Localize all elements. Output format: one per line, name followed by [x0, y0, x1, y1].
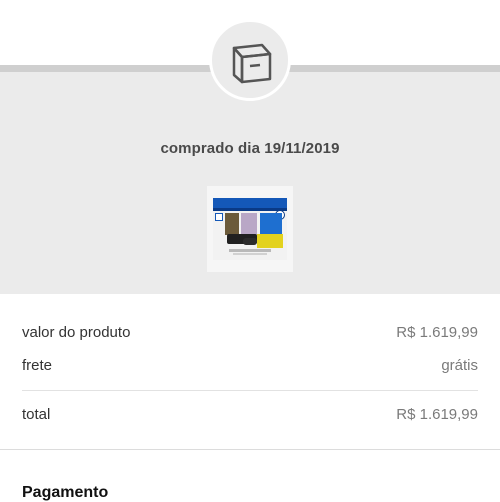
- shipping-row: frete grátis: [22, 357, 478, 381]
- box-art-badge-left: [215, 213, 223, 221]
- box-art-yellow-label: [257, 234, 283, 248]
- box-art-game-cover-3: [260, 213, 282, 235]
- box-art-footer-line: [233, 253, 267, 255]
- box-art-game-cover-1: [225, 213, 239, 235]
- total-amount: R$ 1.619,99: [396, 406, 478, 423]
- package-badge: [209, 19, 291, 101]
- product-value-amount: R$ 1.619,99: [396, 324, 478, 341]
- total-label: total: [22, 406, 51, 423]
- total-row: total R$ 1.619,99: [22, 406, 478, 430]
- box-art-header: [213, 198, 287, 208]
- section-separator: [0, 449, 500, 450]
- box-art-footer: [229, 249, 271, 252]
- payment-heading: Pagamento: [22, 484, 109, 501]
- package-box-icon: [232, 43, 272, 84]
- purchase-date-text: comprado dia 19/11/2019: [160, 140, 340, 157]
- ps4-bundle-box-art: [213, 198, 287, 260]
- box-art-game-cover-2: [241, 213, 257, 235]
- shipping-value: grátis: [441, 357, 478, 374]
- shipping-label: frete: [22, 357, 53, 374]
- product-value-row: valor do produto R$ 1.619,99: [22, 324, 478, 348]
- product-value-label: valor do produto: [22, 324, 131, 341]
- product-image[interactable]: [207, 186, 293, 272]
- summary-divider: [22, 390, 478, 391]
- box-art-controller: [243, 238, 257, 245]
